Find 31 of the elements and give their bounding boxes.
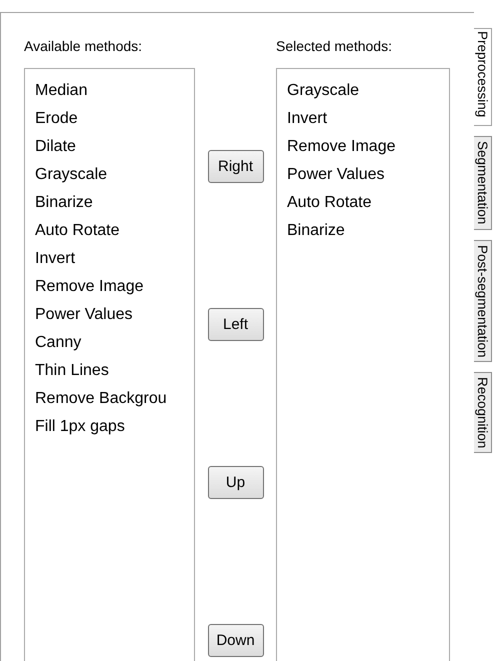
list-item[interactable]: Invert xyxy=(35,245,194,273)
list-item[interactable]: Binarize xyxy=(35,189,194,217)
available-methods-label: Available methods: xyxy=(24,38,144,56)
list-item[interactable]: Binarize xyxy=(287,217,449,245)
move-button[interactable]: Up xyxy=(208,466,264,499)
move-button[interactable]: Down xyxy=(208,624,264,657)
list-item[interactable]: Invert xyxy=(287,105,449,133)
list-item[interactable]: Fill 1px gaps xyxy=(35,413,194,441)
list-item[interactable]: Auto Rotate xyxy=(287,189,449,217)
list-item[interactable]: Auto Rotate xyxy=(35,217,194,245)
tab[interactable]: Segmentation xyxy=(474,136,492,230)
tab[interactable]: Preprocessing xyxy=(474,28,492,126)
list-item[interactable]: Grayscale xyxy=(287,77,449,105)
list-item[interactable]: Canny xyxy=(35,329,194,357)
tab[interactable]: Post-segmentation xyxy=(474,240,492,362)
move-button[interactable]: Right xyxy=(208,150,264,183)
list-item[interactable]: Grayscale xyxy=(35,161,194,189)
selected-methods-list[interactable]: Grayscale Invert Remove Image Power Values Auto Rotate Binarize xyxy=(276,68,450,661)
move-button[interactable]: Left xyxy=(208,308,264,341)
list-item[interactable]: Remove Backgrou xyxy=(35,385,194,413)
list-item[interactable]: Median xyxy=(35,77,194,105)
list-item[interactable]: Remove Image xyxy=(287,133,449,161)
list-item[interactable]: Thin Lines xyxy=(35,357,194,385)
tab[interactable]: Recognition xyxy=(474,372,492,454)
selected-methods-label: Selected methods: xyxy=(276,38,393,56)
available-methods-list[interactable]: Median Erode Dilate Grayscale Binarize Auto Rotate Invert Remove Image Power Values Canny Thin Lines Remove Backgrou Fill 1px gaps xyxy=(24,68,195,661)
list-item[interactable]: Dilate xyxy=(35,133,194,161)
list-item[interactable]: Power Values xyxy=(287,161,449,189)
list-item[interactable]: Remove Image xyxy=(35,273,194,301)
list-item[interactable]: Power Values xyxy=(35,301,194,329)
list-item[interactable]: Erode xyxy=(35,105,194,133)
